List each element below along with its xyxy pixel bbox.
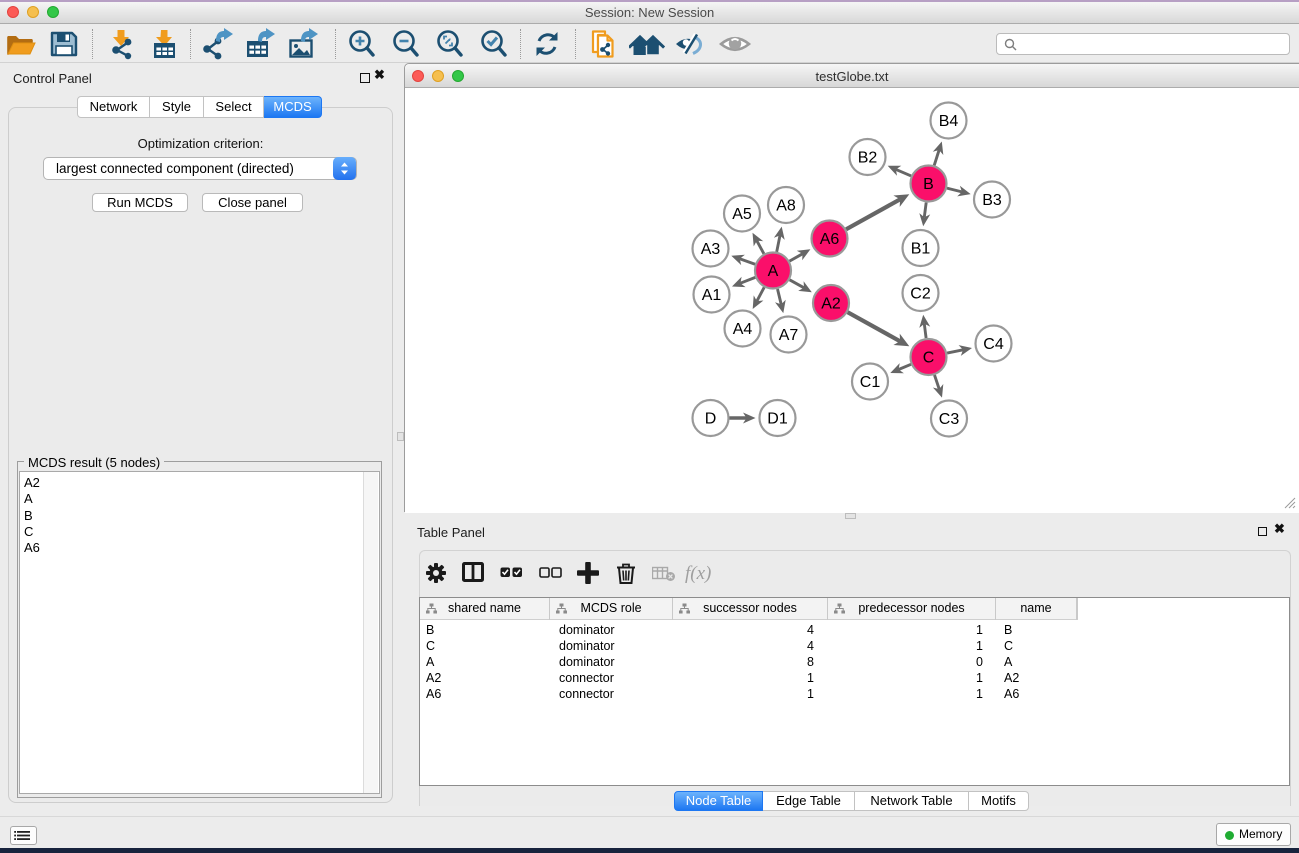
svg-text:C4: C4	[983, 336, 1004, 353]
svg-text:C3: C3	[939, 411, 960, 428]
svg-text:B2: B2	[858, 150, 878, 167]
svg-text:B1: B1	[911, 241, 931, 258]
svg-text:A1: A1	[702, 287, 722, 304]
svg-text:A: A	[768, 263, 779, 280]
svg-text:A5: A5	[732, 206, 752, 223]
svg-text:A7: A7	[779, 327, 799, 344]
svg-text:B: B	[923, 176, 934, 193]
svg-text:C2: C2	[910, 286, 931, 303]
svg-text:B4: B4	[939, 113, 959, 130]
svg-text:C: C	[923, 350, 935, 367]
svg-text:A8: A8	[776, 198, 796, 215]
svg-text:A3: A3	[701, 241, 721, 258]
svg-text:B3: B3	[982, 192, 1002, 209]
svg-text:D1: D1	[767, 411, 788, 428]
svg-text:A2: A2	[821, 296, 841, 313]
svg-text:C1: C1	[860, 374, 881, 391]
svg-text:A6: A6	[820, 231, 840, 248]
svg-text:A4: A4	[733, 321, 753, 338]
svg-text:D: D	[705, 411, 717, 428]
